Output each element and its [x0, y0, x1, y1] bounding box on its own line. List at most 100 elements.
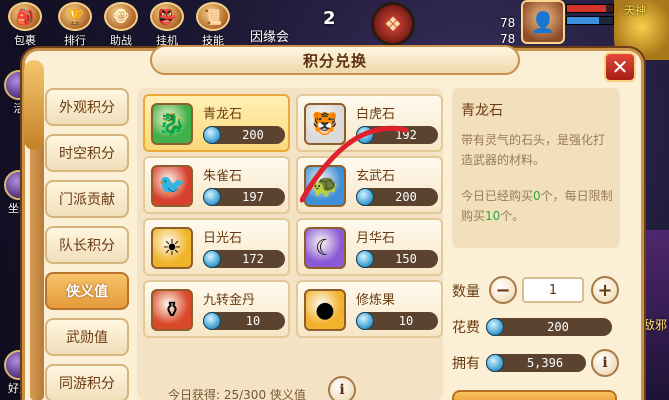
tab-5[interactable]: 侠义值	[45, 272, 129, 310]
category-tabs: 外观积分时空积分门派贡献队长积分侠义值武勋值同游积分	[45, 88, 129, 400]
item-detail-panel: 青龙石 带有灵气的石头，是强化打造武器的材料。 今日已经购买0个，每日限制购买1…	[452, 88, 620, 248]
hud-skill-button[interactable]: 📜 技能	[190, 2, 236, 48]
golden-elixir-icon: ⚱	[151, 289, 193, 331]
item-name: 玄武石	[356, 169, 396, 184]
cost-value: 200	[547, 320, 569, 334]
item-price-value: 192	[395, 128, 417, 142]
item-price-value: 10	[245, 314, 261, 328]
item-card[interactable]: ⚱ 九转金丹 10	[143, 280, 290, 338]
chivalry-coin-icon	[356, 312, 374, 330]
hud-auto-battle-button[interactable]: 👺 挂机	[144, 2, 190, 48]
chivalry-coin-icon	[356, 126, 374, 144]
hud-helper-label: 助战	[110, 35, 132, 47]
black-tortoise-stone-icon: 🐢	[304, 165, 346, 207]
dialog-title: 积分兑换	[302, 51, 367, 70]
top-hud: 🎒 包裹 🏆 排行 🐵 助战 👺 挂机 📜 技能 因缘会 2 ❖ 78 78 👤…	[0, 0, 669, 60]
item-card[interactable]: ☀ 日光石 172	[143, 218, 290, 276]
plus-icon: +	[597, 279, 613, 301]
item-price: 172	[203, 250, 285, 268]
green-dragon-stone-icon: 🐉	[151, 103, 193, 145]
limit-max: 10	[485, 209, 501, 223]
chivalry-coin-icon	[203, 188, 221, 206]
mp-bar	[566, 16, 614, 25]
zone-name: 因缘会	[250, 30, 290, 45]
cost-value-pill: 200	[486, 318, 612, 336]
detail-purchase-limit: 今日已经购买0个，每日限制购买10个。	[461, 186, 617, 226]
hud-bag-label: 包裹	[14, 35, 36, 47]
player-portrait[interactable]: 👤	[521, 0, 565, 44]
quantity-value: 1	[548, 282, 558, 298]
hud-ranking-label: 排行	[64, 35, 86, 47]
owned-value: 5,396	[526, 356, 564, 370]
item-name: 修炼果	[356, 293, 396, 308]
quantity-input[interactable]: 1	[522, 277, 584, 303]
item-price-value: 172	[242, 252, 264, 266]
cultivation-fruit-icon: ●	[304, 289, 346, 331]
item-name: 九转金丹	[203, 293, 256, 308]
item-card[interactable]: ● 修炼果 10	[296, 280, 443, 338]
dialog-title-bar: 积分兑换	[150, 45, 520, 75]
hud-bag-button[interactable]: 🎒 包裹	[2, 2, 48, 48]
moonlight-stone-icon: ☾	[304, 227, 346, 269]
quantity-minus-button[interactable]: −	[489, 276, 517, 304]
tab-2[interactable]: 时空积分	[45, 134, 129, 172]
tab-3[interactable]: 门派贡献	[45, 180, 129, 218]
item-card[interactable]: 🐯 白虎石 192	[296, 94, 443, 152]
item-price: 200	[356, 188, 438, 206]
auto-battle-icon: 👺	[150, 2, 184, 31]
skill-icon: 📜	[196, 2, 230, 31]
chivalry-coin-icon	[356, 188, 374, 206]
white-tiger-stone-icon: 🐯	[304, 103, 346, 145]
item-price: 10	[356, 312, 438, 330]
owned-label: 拥有	[452, 356, 480, 372]
item-card[interactable]: 🐉 青龙石 200	[143, 94, 290, 152]
chivalry-coin-icon	[486, 318, 504, 336]
item-price-value: 200	[395, 190, 417, 204]
item-price: 192	[356, 126, 438, 144]
close-icon: ✕	[611, 55, 629, 79]
tab-7[interactable]: 同游积分	[45, 364, 129, 400]
vermilion-bird-stone-icon: 🐦	[151, 165, 193, 207]
tab-4[interactable]: 队长积分	[45, 226, 129, 264]
cost-label: 花费	[452, 320, 480, 336]
right-deco-text: 敌邪	[642, 318, 667, 332]
item-card[interactable]: ☾ 月华石 150	[296, 218, 443, 276]
level-a: 78	[500, 16, 516, 30]
hud-counter: 2	[323, 8, 336, 29]
chivalry-coin-icon	[203, 312, 221, 330]
bag-icon: 🎒	[8, 2, 42, 31]
detail-item-name: 青龙石	[461, 103, 503, 119]
item-price-value: 200	[242, 128, 264, 142]
owned-value-pill: 5,396	[486, 354, 586, 372]
item-name: 青龙石	[203, 107, 243, 122]
chivalry-coin-icon	[486, 354, 504, 372]
hud-helper-button[interactable]: 🐵 助战	[98, 2, 144, 48]
item-price: 10	[203, 312, 285, 330]
quantity-plus-button[interactable]: +	[591, 276, 619, 304]
tab-1[interactable]: 外观积分	[45, 88, 129, 126]
tassel-decoration	[24, 60, 44, 150]
level-b: 78	[500, 32, 516, 46]
chivalry-coin-icon	[356, 250, 374, 268]
chivalry-coin-icon	[203, 126, 221, 144]
info-icon: i	[339, 382, 345, 398]
item-card[interactable]: 🐦 朱雀石 197	[143, 156, 290, 214]
hud-ranking-button[interactable]: 🏆 排行	[52, 2, 98, 48]
exchange-button[interactable]	[452, 390, 617, 400]
item-price-value: 150	[395, 252, 417, 266]
close-button[interactable]: ✕	[604, 52, 636, 82]
item-name: 白虎石	[356, 107, 396, 122]
owned-info-button[interactable]: i	[591, 349, 619, 377]
seal-emblem-icon[interactable]: ❖	[371, 2, 415, 46]
item-price: 150	[356, 250, 438, 268]
item-card[interactable]: 🐢 玄武石 200	[296, 156, 443, 214]
limit-suffix: 个。	[500, 209, 525, 223]
limit-bought: 0	[533, 189, 541, 203]
today-earned-text: 今日获得: 25/300 侠义值	[168, 388, 306, 400]
quantity-label: 数量	[452, 284, 480, 300]
item-name: 月华石	[356, 231, 396, 246]
limit-prefix: 今日已经购买	[461, 189, 534, 203]
tab-6[interactable]: 武勋值	[45, 318, 129, 356]
item-price: 200	[203, 126, 285, 144]
info-button[interactable]: i	[328, 376, 356, 400]
